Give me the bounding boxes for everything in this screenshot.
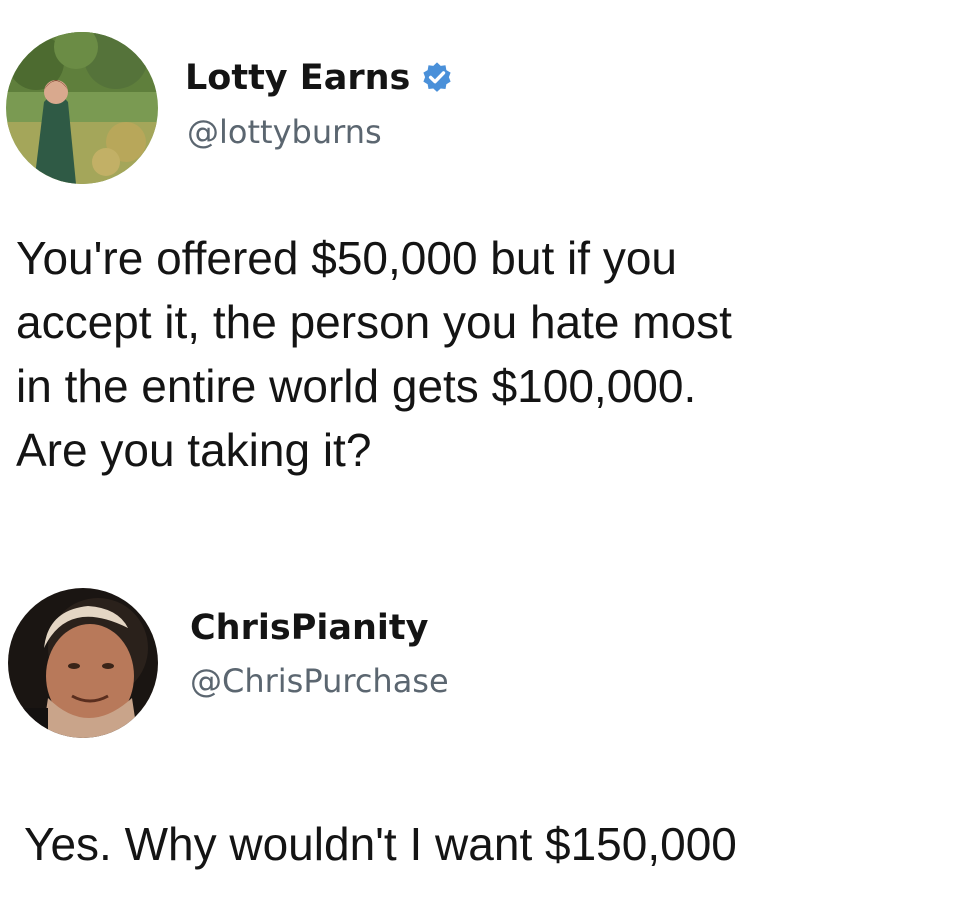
tweet-text: You're offered $50,000 but if you accept… <box>16 232 732 476</box>
author-display-name[interactable]: Lotty Earns <box>185 58 454 98</box>
author-handle[interactable]: @ChrisPurchase <box>190 662 449 700</box>
author-handle[interactable]: @lottyburns <box>187 113 382 151</box>
tweet-original: Lotty Earns @lottyburns You're offered $… <box>0 0 960 520</box>
woman-in-field-avatar[interactable] <box>6 32 158 184</box>
verified-badge-icon <box>423 62 451 92</box>
author-display-name[interactable]: ChrisPianity <box>190 608 428 648</box>
tweet-text: Yes. Why wouldn't I want $150,000 <box>24 818 737 870</box>
tweet-reply: ChrisPianity @ChrisPurchase Yes. Why wou… <box>0 520 960 901</box>
man-portrait-avatar[interactable] <box>8 588 158 738</box>
